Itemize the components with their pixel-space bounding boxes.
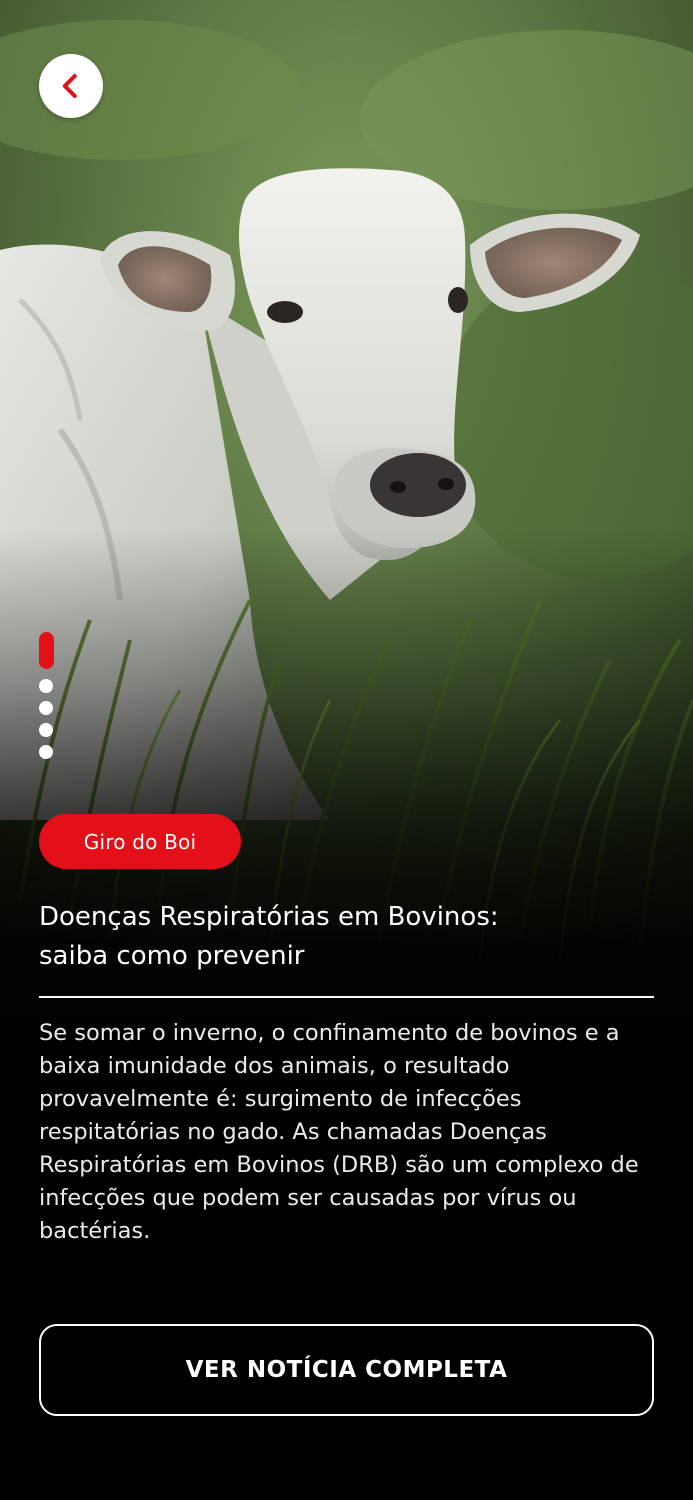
- divider: [39, 996, 654, 998]
- read-full-news-button[interactable]: VER NOTÍCIA COMPLETA: [39, 1324, 654, 1416]
- article-summary: Se somar o inverno, o confinamento de bo…: [39, 1020, 639, 1244]
- chevron-left-icon: [62, 74, 77, 98]
- pager-dot[interactable]: [39, 701, 53, 715]
- article-title-line1: Doenças Respiratórias em Bovinos:: [39, 902, 499, 932]
- article-title-line2: saiba como prevenir: [39, 941, 305, 971]
- pager-dot[interactable]: [39, 745, 53, 759]
- category-badge[interactable]: Giro do Boi: [39, 814, 241, 869]
- story-pager: [38, 632, 54, 759]
- back-button[interactable]: [39, 54, 103, 118]
- article-title: Doenças Respiratórias em Bovinos: saiba …: [39, 898, 654, 976]
- pager-dot[interactable]: [39, 679, 53, 693]
- pager-dot-active[interactable]: [38, 632, 54, 669]
- pager-dot[interactable]: [39, 723, 53, 737]
